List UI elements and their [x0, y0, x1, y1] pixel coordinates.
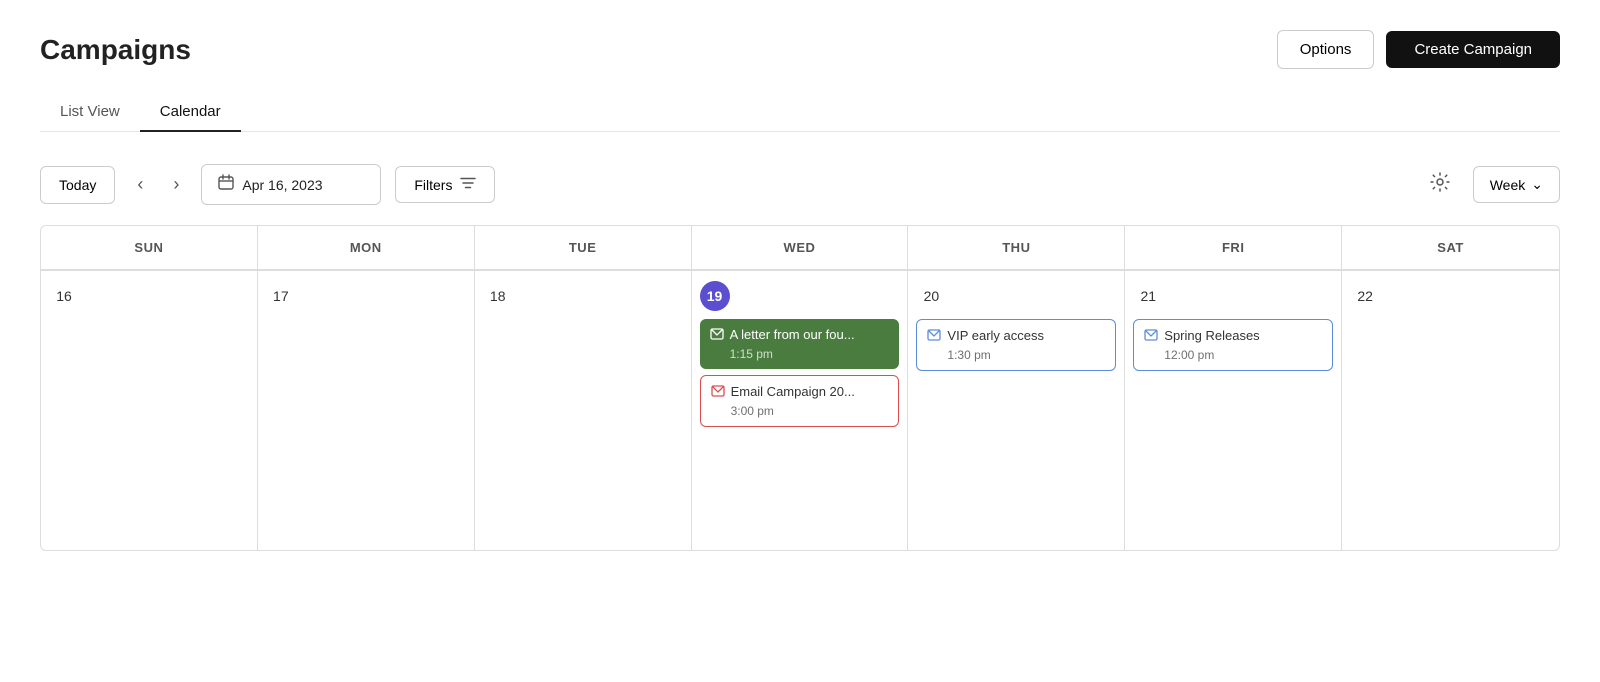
event-thu-1-title: VIP early access: [947, 328, 1044, 345]
col-wed: WED: [692, 226, 909, 269]
mail-icon: [711, 385, 725, 400]
create-campaign-button[interactable]: Create Campaign: [1386, 31, 1560, 68]
event-wed-1-time: 1:15 pm: [730, 347, 855, 361]
event-wed-1-title: A letter from our fou...: [730, 327, 855, 344]
filters-label: Filters: [414, 177, 452, 193]
calendar-toolbar: Today ‹ › Apr 16, 2023 Filters: [40, 164, 1560, 205]
event-fri-1-title: Spring Releases: [1164, 328, 1259, 345]
filters-button[interactable]: Filters: [395, 166, 495, 203]
next-button[interactable]: ›: [165, 170, 187, 199]
prev-button[interactable]: ‹: [129, 170, 151, 199]
event-wed-2[interactable]: Email Campaign 20... 3:00 pm: [700, 375, 900, 427]
mail-icon: [927, 329, 941, 344]
date-21: 21: [1133, 281, 1163, 311]
calendar-header: SUN MON TUE WED THU FRI SAT: [41, 226, 1559, 270]
calendar-body: 16 17 18 19: [41, 270, 1559, 550]
today-button[interactable]: Today: [40, 166, 115, 204]
mail-icon: [710, 328, 724, 343]
cell-wed-19: 19 A letter from our fou... 1:15 pm: [692, 270, 909, 550]
date-22: 22: [1350, 281, 1380, 311]
col-sun: SUN: [41, 226, 258, 269]
chevron-down-icon: ⌄: [1531, 176, 1543, 193]
event-wed-2-title: Email Campaign 20...: [731, 384, 855, 401]
calendar-grid: SUN MON TUE WED THU FRI SAT 16 17 18: [40, 225, 1560, 551]
date-picker[interactable]: Apr 16, 2023: [201, 164, 381, 205]
week-label: Week: [1490, 177, 1526, 193]
event-wed-1[interactable]: A letter from our fou... 1:15 pm: [700, 319, 900, 369]
mail-icon: [1144, 329, 1158, 344]
event-fri-1[interactable]: Spring Releases 12:00 pm: [1133, 319, 1333, 371]
tab-calendar[interactable]: Calendar: [140, 93, 241, 132]
col-sat: SAT: [1342, 226, 1559, 269]
options-button[interactable]: Options: [1277, 30, 1375, 69]
filter-icon: [460, 176, 476, 193]
cell-tue-18: 18: [475, 270, 692, 550]
cell-fri-21: 21 Spring Releases 12:00 pm: [1125, 270, 1342, 550]
date-16: 16: [49, 281, 79, 311]
view-tabs: List View Calendar: [40, 93, 1560, 132]
date-20: 20: [916, 281, 946, 311]
page-header: Campaigns Options Create Campaign: [40, 30, 1560, 69]
cell-mon-17: 17: [258, 270, 475, 550]
col-mon: MON: [258, 226, 475, 269]
cell-sat-22: 22: [1342, 270, 1559, 550]
cell-sun-16: 16: [41, 270, 258, 550]
col-thu: THU: [908, 226, 1125, 269]
date-18: 18: [483, 281, 513, 311]
date-17: 17: [266, 281, 296, 311]
page-title: Campaigns: [40, 34, 191, 66]
settings-button[interactable]: [1421, 167, 1459, 203]
col-fri: FRI: [1125, 226, 1342, 269]
event-fri-1-time: 12:00 pm: [1164, 348, 1259, 362]
cell-thu-20: 20 VIP early access 1:30 pm: [908, 270, 1125, 550]
col-tue: TUE: [475, 226, 692, 269]
event-thu-1[interactable]: VIP early access 1:30 pm: [916, 319, 1116, 371]
header-actions: Options Create Campaign: [1277, 30, 1560, 69]
week-selector[interactable]: Week ⌄: [1473, 166, 1560, 203]
date-19: 19: [700, 281, 730, 311]
campaigns-page: Campaigns Options Create Campaign List V…: [0, 0, 1600, 682]
gear-icon: [1429, 176, 1451, 198]
date-display: Apr 16, 2023: [242, 177, 322, 193]
event-wed-2-time: 3:00 pm: [731, 404, 855, 418]
tab-list-view[interactable]: List View: [40, 93, 140, 132]
calendar-icon: [218, 174, 234, 195]
event-thu-1-time: 1:30 pm: [947, 348, 1044, 362]
